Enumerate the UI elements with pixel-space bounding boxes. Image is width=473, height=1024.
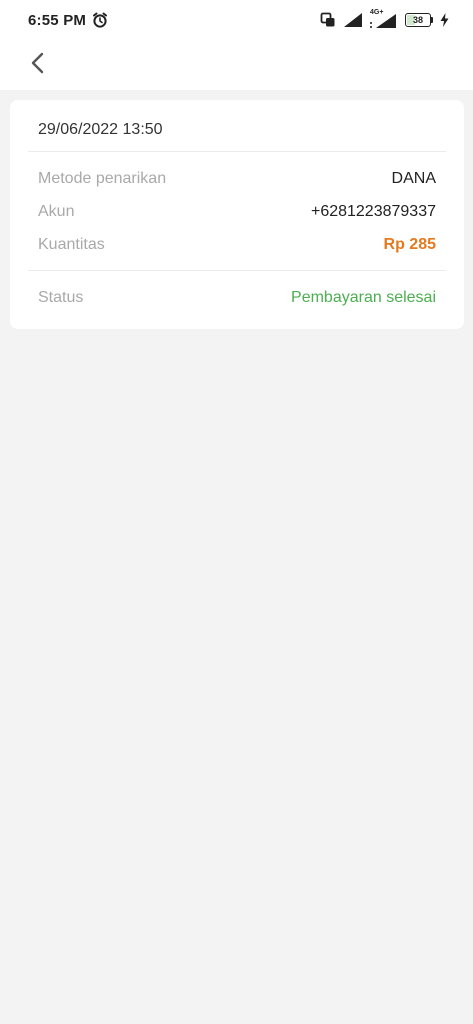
battery-group: 38: [405, 13, 433, 27]
battery-level: 38: [412, 14, 423, 25]
back-button[interactable]: [22, 46, 56, 80]
status-label: Status: [38, 289, 84, 306]
signal-4g-group: 4G+: [370, 9, 398, 29]
battery-cap: [431, 17, 433, 23]
signal-icon: [344, 13, 362, 27]
account-label: Akun: [38, 203, 75, 220]
transaction-date: 29/06/2022 13:50: [38, 121, 163, 138]
amount-label: Kuantitas: [38, 236, 105, 253]
top-bar: 6:55 PM 4G+ 38: [0, 0, 473, 90]
method-label: Metode penarikan: [38, 170, 167, 187]
method-value: DANA: [391, 170, 436, 187]
amount-value: Rp 285: [383, 236, 436, 253]
account-value: +6281223879337: [310, 203, 436, 220]
transaction-card: 29/06/2022 13:50 Metode penarikan DANA A…: [10, 100, 464, 329]
divider: [28, 151, 446, 152]
alarm-icon: [93, 12, 107, 28]
divider: [28, 270, 446, 271]
chevron-left-icon: [31, 52, 44, 74]
signal-4g-icon: [370, 14, 396, 28]
charging-icon: [440, 13, 449, 27]
screen-mirror-icon: [320, 12, 335, 27]
status-icons: 4G+ 38: [320, 9, 449, 29]
status-bar: 6:55 PM 4G+ 38: [0, 0, 473, 42]
battery-icon: 38: [405, 13, 431, 27]
status-time: 6:55 PM: [28, 12, 87, 29]
status-value: Pembayaran selesai: [291, 289, 436, 306]
